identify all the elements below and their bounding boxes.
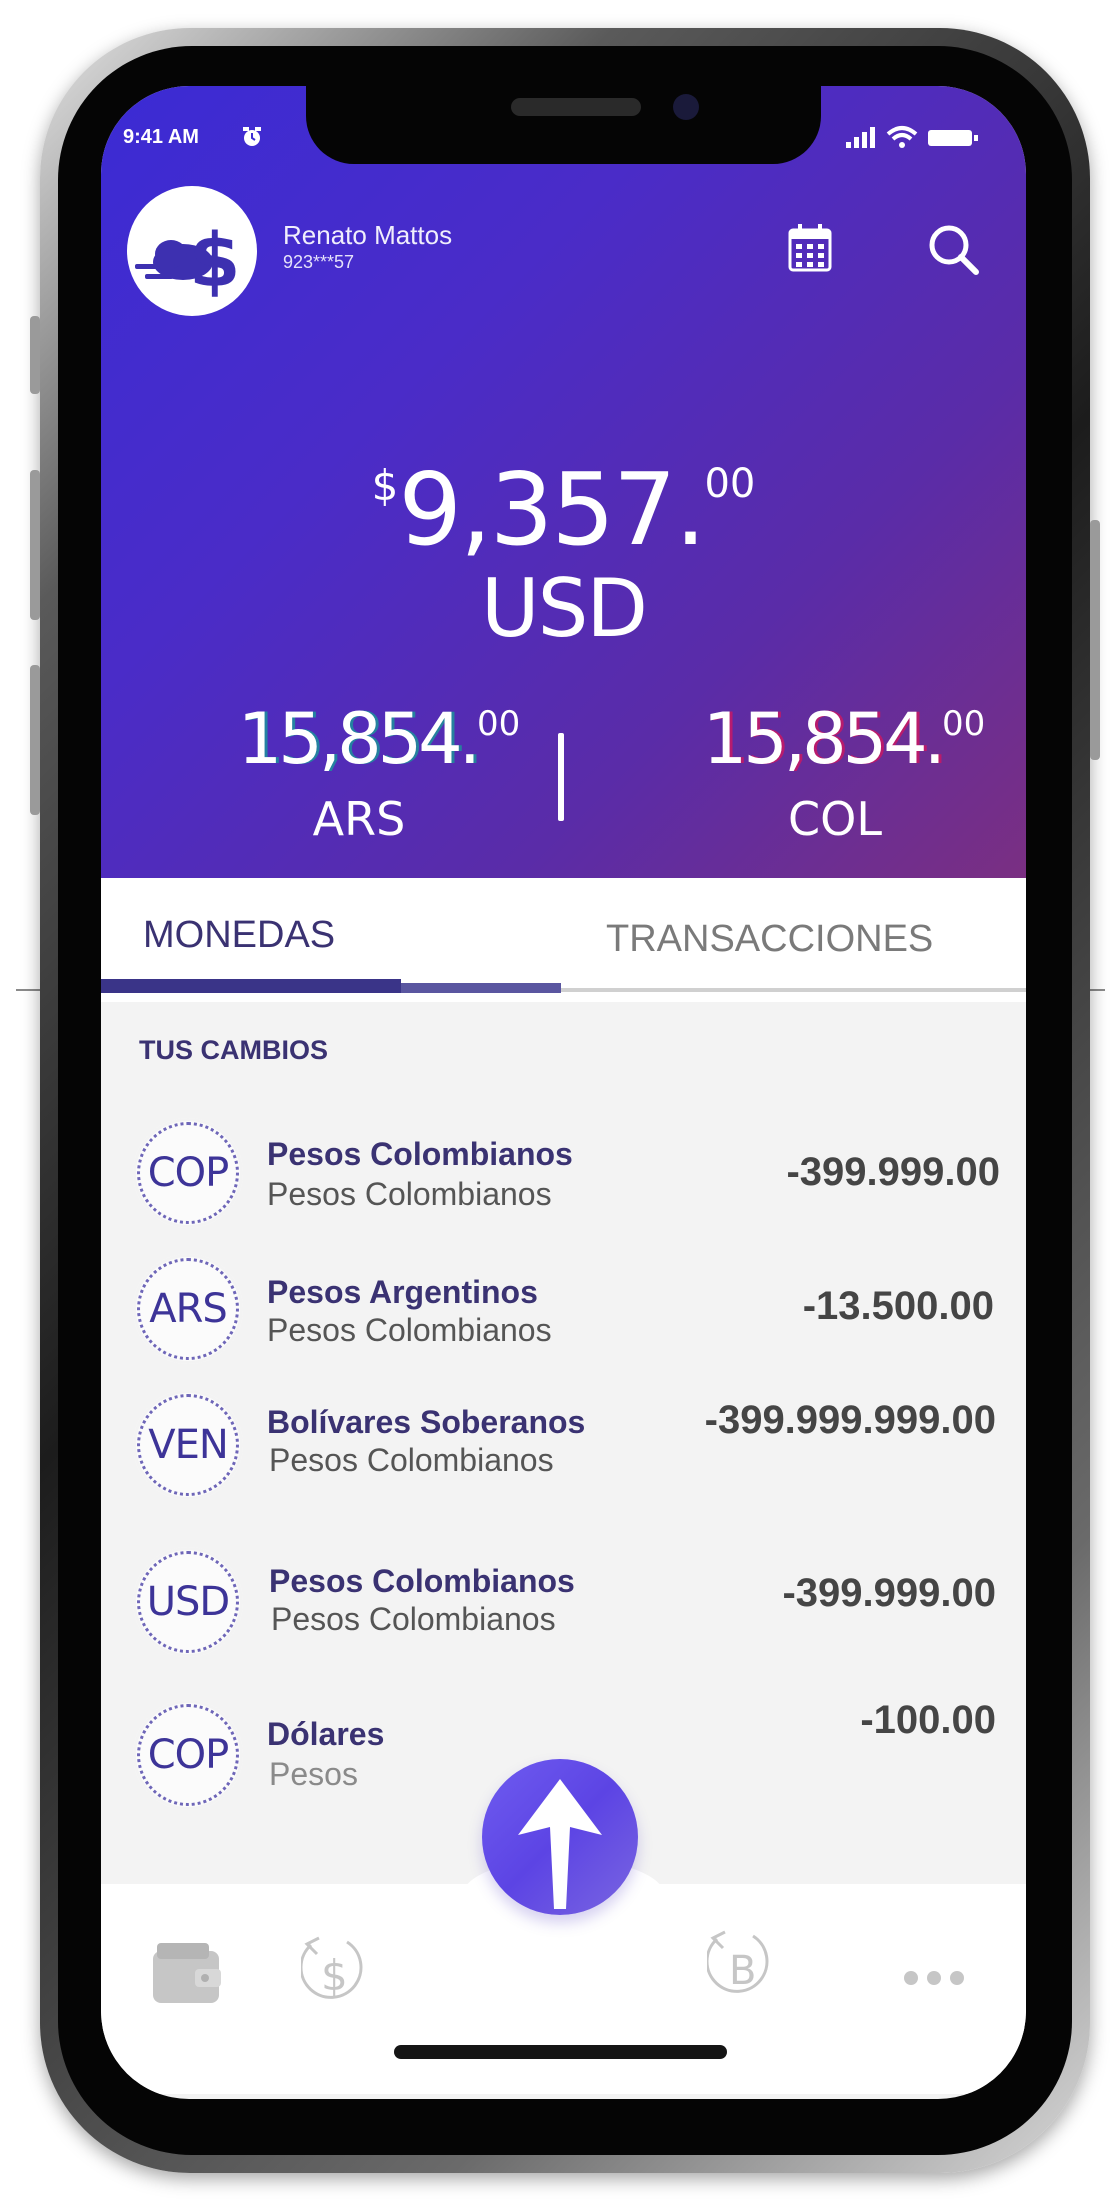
item-name: Pesos Argentinos [267,1274,538,1310]
list-item[interactable]: VEN Bolívares Soberanos Pesos Colombiano… [101,1380,1026,1510]
status-time: 9:41 AM [123,126,199,148]
tab-indicator-track [401,983,561,993]
item-subtitle: Pesos [269,1756,358,1792]
user-id: 923***57 [283,252,355,272]
balance-currency-symbol: $ [371,461,399,510]
balance-currency-code: USD [481,562,648,655]
svg-text:$: $ [321,1951,348,2000]
notch [306,86,821,164]
user-name: Renato Mattos [283,220,453,250]
more-icon[interactable] [901,1968,967,1988]
upload-fab-button[interactable] [482,1759,638,1915]
battery-icon [928,130,978,146]
item-amount: -399.999.00 [782,1571,996,1615]
currency-coin-icon: USD [133,1547,243,1657]
item-name: Bolívares Soberanos [267,1404,586,1440]
signal-icon [846,127,875,148]
coin-code: ARS [149,1286,228,1332]
sub-balance-decimals: 00 [476,704,521,744]
wifi-icon [886,126,918,148]
dollar-exchange-icon[interactable]: $ [301,1924,381,2008]
status-icons [846,126,978,148]
avatar[interactable]: $ [127,186,257,316]
list-item[interactable]: COP Pesos Colombianos Pesos Colombianos … [101,1110,1026,1240]
svg-text:B: B [729,1948,756,1994]
coin-code: USD [146,1579,230,1625]
home-indicator[interactable] [394,2045,727,2059]
item-amount: -399.999.999.00 [704,1398,996,1442]
wallet-icon[interactable] [151,1941,221,2005]
power-button [1090,520,1100,760]
coin-code: COP [147,1732,230,1778]
item-name: Pesos Colombianos [269,1563,575,1599]
sub-balance-amount: 15,854. [702,698,946,780]
sub-balance-ars: 15,854.00 [229,698,529,780]
bitcoin-exchange-icon[interactable]: B [707,1918,787,2002]
search-icon[interactable] [927,223,979,275]
coin-code: VEN [148,1422,229,1468]
mute-switch [30,316,40,394]
up-arrow-icon [518,1779,602,1909]
item-subtitle: Pesos Colombianos [271,1601,556,1637]
list-item[interactable]: USD Pesos Colombianos Pesos Colombianos … [101,1537,1026,1667]
currency-coin-icon: VEN [133,1390,243,1500]
alarm-icon [243,127,261,146]
tab-transacciones[interactable]: TRANSACCIONES [606,918,933,961]
item-name: Dólares [267,1716,385,1752]
currency-coin-icon: COP [133,1700,243,1810]
volume-down-button [30,665,40,815]
item-amount: -13.500.00 [802,1284,994,1328]
sub-balance-code-col: COL [788,792,882,846]
phone-screen: 9:41 AM $ Renato Mattos 923***57 $9,357.… [101,86,1026,2099]
item-amount: -100.00 [860,1698,996,1742]
svg-text:$: $ [189,218,241,304]
list-item[interactable]: ARS Pesos Argentinos Pesos Colombianos -… [101,1248,1026,1378]
section-title: TUS CAMBIOS [139,1035,328,1065]
money-cloud-logo-icon: $ [135,218,241,304]
item-name: Pesos Colombianos [267,1136,573,1172]
sub-balance-code-ars: ARS [312,792,406,846]
balance-divider [558,733,564,821]
currency-coin-icon: COP [133,1118,243,1228]
balance-amount: 9,357. [398,451,706,568]
balance-decimals: 00 [704,461,756,507]
item-subtitle: Pesos Colombianos [267,1176,552,1212]
volume-up-button [30,470,40,620]
item-amount: -399.999.00 [786,1150,1000,1194]
tab-monedas[interactable]: MONEDAS [143,914,335,957]
currency-coin-icon: ARS [133,1254,243,1364]
sub-balance-decimals: 00 [941,704,986,744]
main-balance: $9,357.00 [101,451,1026,568]
sub-balance-col: 15,854.00 [694,698,994,780]
speaker-grille [511,98,641,116]
tab-active-indicator [101,979,401,993]
sub-balance-amount: 15,854. [237,698,481,780]
front-camera [673,94,699,120]
item-subtitle: Pesos Colombianos [269,1442,554,1478]
coin-code: COP [147,1150,230,1196]
calendar-icon[interactable] [787,223,833,273]
item-subtitle: Pesos Colombianos [267,1312,552,1348]
